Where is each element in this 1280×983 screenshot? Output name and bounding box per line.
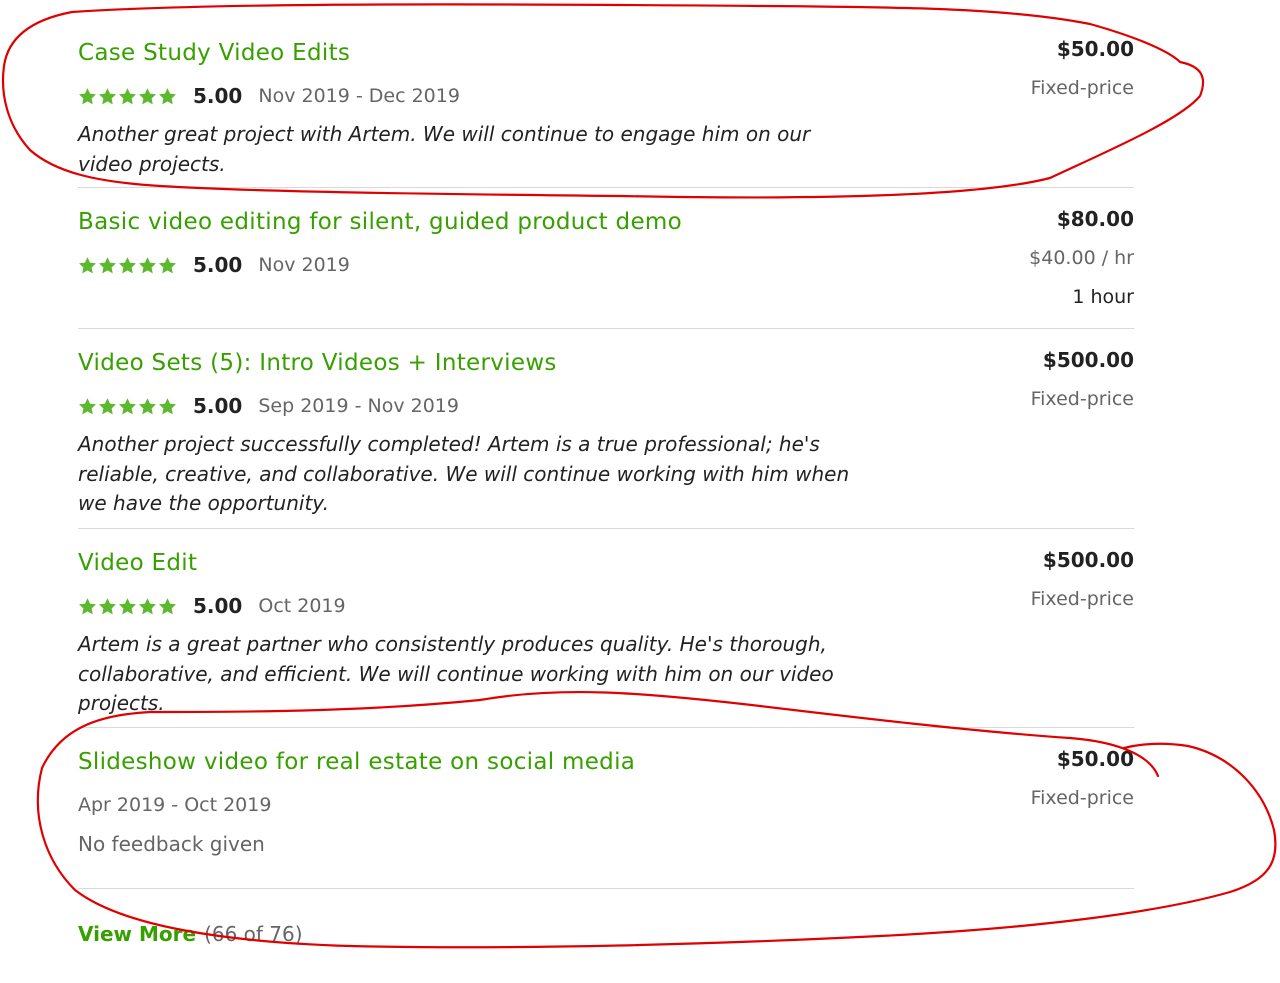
star-icon — [158, 397, 177, 416]
star-icon — [78, 597, 97, 616]
client-feedback: Artem is a great partner who consistentl… — [78, 632, 834, 715]
job-dates: Nov 2019 — [258, 254, 350, 276]
rating-score: 5.00 — [193, 394, 243, 418]
rating-row: 5.00 Sep 2019 - Nov 2019 — [78, 391, 459, 421]
star-rating — [78, 397, 177, 416]
star-icon — [98, 87, 117, 106]
star-icon — [118, 397, 137, 416]
contract-type: Fixed-price — [1030, 588, 1134, 610]
job-amount: $500.00 — [1042, 348, 1134, 372]
job-dates: Sep 2019 - Nov 2019 — [258, 395, 459, 417]
work-history-item: Case Study Video Edits 5.00 Nov 2019 - D… — [78, 0, 1134, 188]
job-title-link[interactable]: Video Edit — [78, 548, 197, 578]
work-history-item: Slideshow video for real estate on socia… — [78, 728, 1134, 889]
star-icon — [138, 87, 157, 106]
star-icon — [138, 597, 157, 616]
star-icon — [158, 256, 177, 275]
hourly-rate: $40.00 / hr — [1029, 247, 1134, 269]
star-icon — [138, 397, 157, 416]
star-icon — [118, 597, 137, 616]
star-rating — [78, 256, 177, 275]
job-title-link[interactable]: Basic video editing for silent, guided p… — [78, 207, 682, 237]
view-more-count: (66 of 76) — [204, 922, 303, 946]
work-history-item: Basic video editing for silent, guided p… — [78, 188, 1134, 329]
contract-type: Fixed-price — [1030, 787, 1134, 809]
job-amount: $500.00 — [1042, 548, 1134, 572]
rating-score: 5.00 — [193, 594, 243, 618]
rating-score: 5.00 — [193, 253, 243, 277]
client-feedback: Another great project with Artem. We wil… — [78, 122, 811, 176]
star-icon — [78, 87, 97, 106]
star-icon — [98, 597, 117, 616]
view-more-link[interactable]: View More — [78, 922, 196, 946]
star-rating — [78, 597, 177, 616]
star-icon — [118, 87, 137, 106]
star-icon — [138, 256, 157, 275]
no-feedback-text: No feedback given — [78, 832, 265, 856]
star-rating — [78, 87, 177, 106]
star-icon — [98, 397, 117, 416]
job-dates: Nov 2019 - Dec 2019 — [258, 85, 460, 107]
job-amount: $50.00 — [1056, 37, 1134, 61]
star-icon — [118, 256, 137, 275]
star-icon — [78, 256, 97, 275]
job-amount: $80.00 — [1056, 207, 1134, 231]
rating-score: 5.00 — [193, 84, 243, 108]
job-title-link[interactable]: Slideshow video for real estate on socia… — [78, 747, 635, 777]
job-amount: $50.00 — [1056, 747, 1134, 771]
job-dates: Oct 2019 — [258, 595, 346, 617]
contract-type: Fixed-price — [1030, 388, 1134, 410]
star-icon — [98, 256, 117, 275]
job-title-link[interactable]: Video Sets (5): Intro Videos + Interview… — [78, 348, 557, 378]
rating-row: 5.00 Nov 2019 - Dec 2019 — [78, 81, 460, 111]
client-feedback: Another project successfully completed! … — [78, 432, 850, 515]
star-icon — [158, 597, 177, 616]
view-more-row: View More (66 of 76) — [78, 919, 303, 949]
hours-worked: 1 hour — [1072, 286, 1134, 308]
work-history-item: Video Edit 5.00 Oct 2019 Artem is a grea… — [78, 529, 1134, 728]
work-history-item: Video Sets (5): Intro Videos + Interview… — [78, 329, 1134, 529]
contract-type: Fixed-price — [1030, 77, 1134, 99]
job-dates: Apr 2019 - Oct 2019 — [78, 794, 272, 816]
work-history-list: Case Study Video Edits 5.00 Nov 2019 - D… — [78, 0, 1134, 889]
rating-row: 5.00 Nov 2019 — [78, 250, 350, 280]
star-icon — [158, 87, 177, 106]
rating-row: 5.00 Oct 2019 — [78, 591, 346, 621]
star-icon — [78, 397, 97, 416]
job-title-link[interactable]: Case Study Video Edits — [78, 38, 350, 68]
